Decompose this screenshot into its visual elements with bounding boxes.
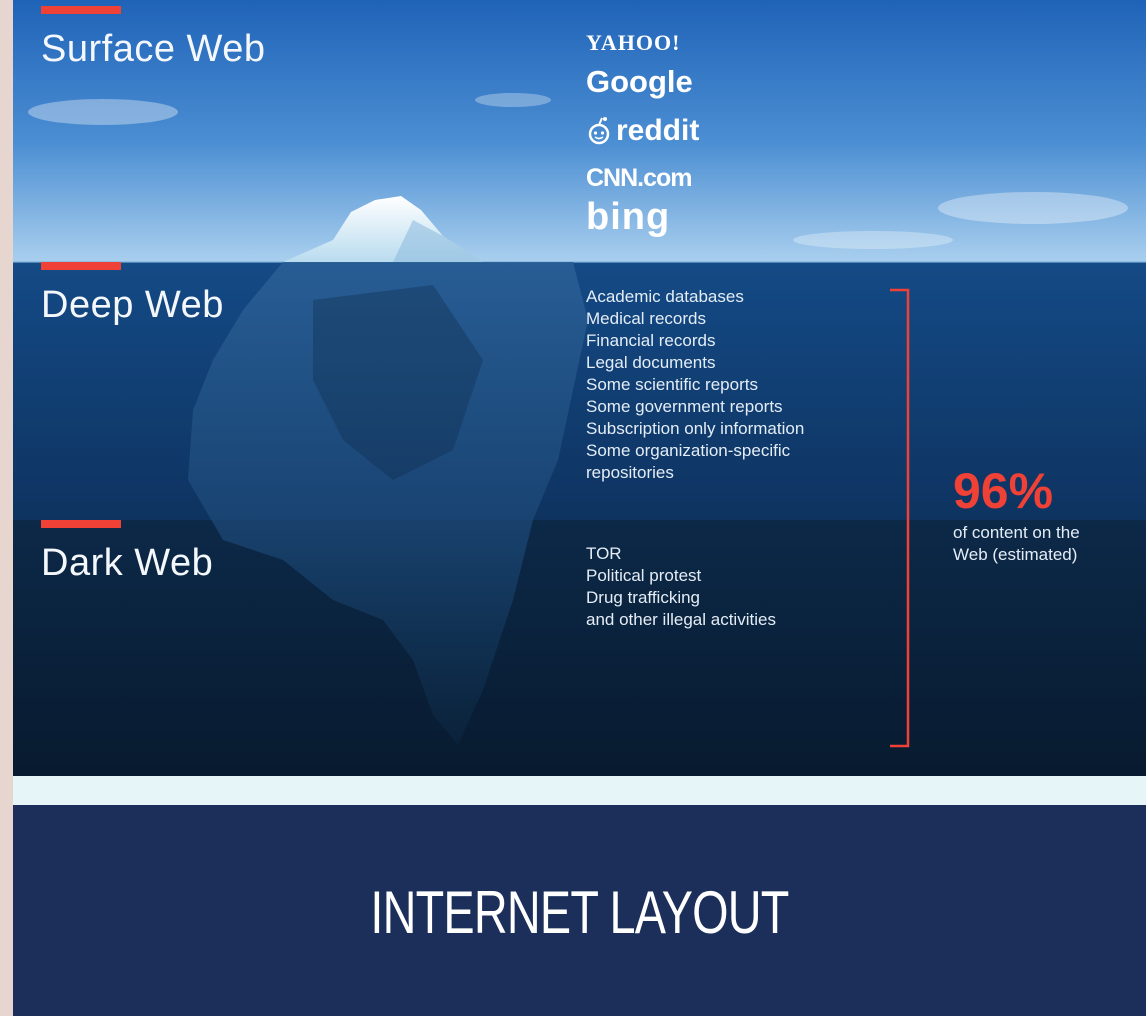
page-title: INTERNET LAYOUT — [370, 879, 789, 946]
stat-value: 96% — [953, 463, 1054, 519]
stat-caption-line: of content on the — [953, 523, 1080, 542]
stat-caption-line: Web (estimated) — [953, 545, 1078, 564]
list-item: Legal documents — [586, 353, 716, 372]
deep-accent-bar — [41, 262, 121, 270]
list-item: Drug trafficking — [586, 588, 701, 607]
dark-accent-bar — [41, 520, 121, 528]
cloud — [28, 99, 178, 125]
cloud — [938, 192, 1128, 224]
list-item: Financial records — [586, 331, 716, 350]
list-item: and other illegal activities — [586, 610, 776, 629]
iceberg-illustration — [13, 0, 1146, 776]
dark-web-title: Dark Web — [41, 542, 214, 584]
bing-logo: bing — [586, 196, 671, 238]
list-item: Some government reports — [586, 397, 783, 416]
list-item: Medical records — [586, 309, 706, 328]
cloud — [475, 93, 551, 107]
list-item: repositories — [586, 463, 674, 482]
cnn-logo: CNN.com — [586, 164, 693, 192]
deep-web-list: Academic databases Medical records Financi… — [586, 286, 804, 484]
list-item: Subscription only information — [586, 419, 805, 438]
stat-caption: of content on the Web (estimated) — [953, 522, 1133, 566]
list-item: Academic databases — [586, 287, 744, 306]
cloud — [793, 231, 953, 249]
list-item: Political protest — [586, 566, 702, 585]
list-item: Some organization-specific — [586, 441, 791, 460]
list-item: Some scientific reports — [586, 375, 758, 394]
reddit-alien-icon — [588, 117, 610, 145]
yahoo-logo: YAHOO! — [586, 30, 681, 55]
deep-web-title: Deep Web — [41, 284, 224, 326]
reddit-logo: reddit — [586, 114, 699, 148]
list-item: TOR — [586, 544, 622, 563]
surface-web-title: Surface Web — [41, 28, 266, 70]
divider-band — [13, 776, 1146, 805]
dark-web-list: TOR Political protest Drug trafficking and … — [586, 543, 776, 631]
surface-accent-bar — [41, 6, 121, 14]
slide: Surface Web YAHOO! Google reddit CNN.com… — [13, 0, 1146, 1016]
google-logo: Google — [586, 64, 693, 99]
reddit-wordmark: reddit — [616, 114, 700, 147]
